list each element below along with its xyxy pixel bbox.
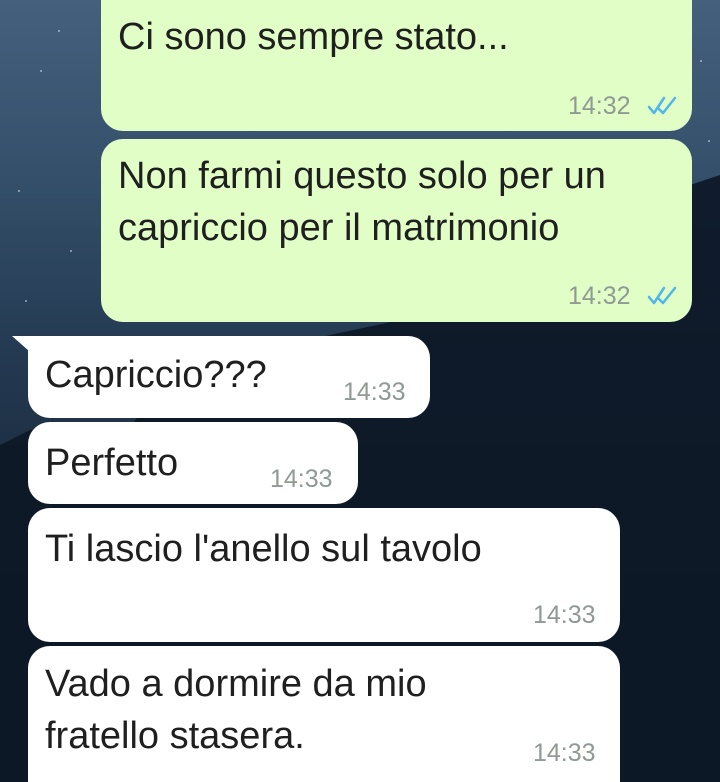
message-text-line: capriccio per il matrimonio [118,207,560,249]
message-bubble-incoming[interactable]: Capriccio??? 14:33 [28,336,430,418]
message-text-line: fratello stasera. [45,715,305,757]
message-timestamp: 14:33 [533,601,596,629]
message-bubble-incoming[interactable]: Perfetto 14:33 [28,422,358,504]
message-timestamp: 14:32 [568,282,631,310]
double-check-icon [647,96,677,115]
message-timestamp: 14:32 [568,92,631,120]
message-text: Capriccio??? [45,354,267,396]
message-timestamp: 14:33 [343,378,406,406]
message-text-line: Non farmi questo solo per un [118,155,606,197]
message-bubble-outgoing[interactable]: Non farmi questo solo per un capriccio p… [101,139,692,322]
double-check-icon [647,286,677,305]
message-text: Ci sono sempre stato... [118,16,509,58]
message-timestamp: 14:33 [533,739,596,767]
message-bubble-incoming[interactable]: Vado a dormire da mio fratello stasera. … [28,646,620,782]
message-bubble-outgoing[interactable]: Ci sono sempre stato... 14:32 [101,0,692,131]
message-bubble-incoming[interactable]: Ti lascio l'anello sul tavolo 14:33 [28,508,620,642]
message-text: Ti lascio l'anello sul tavolo [45,528,482,570]
message-text: Perfetto [45,442,179,484]
message-text-line: Vado a dormire da mio [45,663,427,705]
message-timestamp: 14:33 [270,465,333,493]
